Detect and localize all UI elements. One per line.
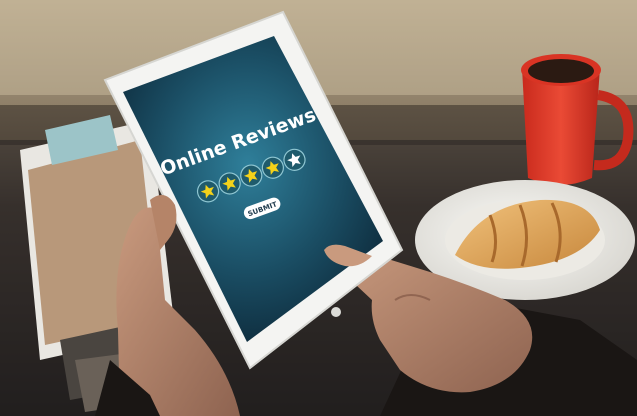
home-button — [331, 307, 341, 317]
photo-scene: Online Reviews SUBMIT — [0, 0, 637, 416]
scene-illustration: Online Reviews SUBMIT — [0, 0, 637, 416]
